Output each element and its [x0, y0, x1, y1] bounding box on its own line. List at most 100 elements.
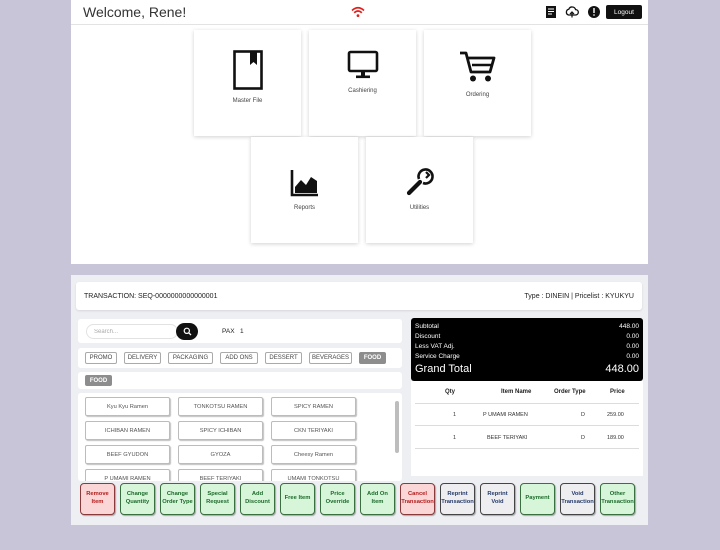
service-charge-value: 0.00 — [626, 353, 639, 360]
transaction-panel: TRANSACTION: SEQ-0000000000000001 Type :… — [71, 275, 648, 525]
menu-label: Utilities — [409, 205, 430, 211]
order-item: BEEF TERIYAKI — [487, 435, 528, 441]
menu-label: Reports — [293, 205, 315, 211]
item-button[interactable]: BEEF TERIYAKI — [178, 469, 263, 481]
cart-icon — [459, 51, 495, 82]
welcome-text: Welcome, Rene! — [83, 4, 187, 20]
order-type: D — [581, 435, 585, 441]
order-price: 189.00 — [607, 435, 624, 441]
totals-panel: Subtotal 448.00 Discount 0.00 Less VAT A… — [411, 318, 643, 381]
payment-button[interactable]: Payment — [520, 483, 555, 515]
reprint-transaction-button[interactable]: Reprint Transaction — [440, 483, 475, 515]
free-item-button[interactable]: Free Item — [280, 483, 315, 515]
pax-indicator: PAX 1 — [222, 328, 244, 335]
category-food[interactable]: FOOD — [359, 352, 386, 364]
category-packaging[interactable]: PACKAGING — [168, 352, 213, 364]
menu-card-reports[interactable]: Reports — [251, 137, 358, 243]
change-order-type-button[interactable]: Change Order Type — [160, 483, 195, 515]
category-dessert[interactable]: DESSERT — [265, 352, 302, 364]
void-transaction-button[interactable]: Void Transaction — [560, 483, 595, 515]
subcategory-bar: FOOD — [78, 372, 402, 389]
monitor-icon — [347, 50, 378, 79]
discount-value: 0.00 — [626, 333, 639, 340]
menu-card-ordering[interactable]: Ordering — [424, 30, 531, 136]
item-button[interactable]: GYOZA — [178, 445, 263, 464]
item-grid-scrollbar[interactable] — [395, 395, 399, 479]
price-override-button[interactable]: Price Override — [320, 483, 355, 515]
search-button[interactable] — [176, 323, 198, 340]
subtotal-value: 448.00 — [619, 323, 639, 330]
special-request-button[interactable]: Special Request — [200, 483, 235, 515]
order-type: D — [581, 412, 585, 418]
item-button[interactable]: UMAMI TONKOTSU — [271, 469, 356, 481]
category-add-ons[interactable]: ADD ONS — [220, 352, 258, 364]
order-qty: 1 — [453, 412, 457, 418]
type-pricelist-label: Type : DINEIN | Pricelist : KYUKYU — [524, 293, 634, 300]
search-bar: PAX 1 — [78, 319, 402, 343]
vat-value: 0.00 — [626, 343, 639, 350]
item-button[interactable]: ICHIBAN RAMEN — [85, 421, 170, 440]
pax-value: 1 — [239, 328, 244, 335]
category-beverages[interactable]: BEVERAGES — [309, 352, 352, 364]
menu-card-utilities[interactable]: Utilities — [366, 137, 473, 243]
item-button[interactable]: Cheesy Ramen — [271, 445, 356, 464]
category-delivery[interactable]: DELIVERY — [124, 352, 161, 364]
other-transaction-button[interactable]: Other Transaction — [600, 483, 635, 515]
order-price: 259.00 — [607, 412, 624, 418]
add-on-item-button[interactable]: Add On Item — [360, 483, 395, 515]
remove-item-button[interactable]: Remove Item — [80, 483, 115, 515]
category-promo[interactable]: PROMO — [85, 352, 117, 364]
divider — [415, 425, 639, 426]
search-input[interactable] — [86, 324, 178, 339]
change-quantity-button[interactable]: Change Quantity — [120, 483, 155, 515]
category-bar: PROMO DELIVERY PACKAGING ADD ONS DESSERT… — [78, 348, 402, 368]
main-menu-panel: Welcome, Rene! Logout Master File Cashie… — [71, 0, 648, 264]
warning-icon[interactable] — [587, 5, 601, 19]
wifi-icon — [351, 6, 365, 17]
grand-total-row: Grand Total 448.00 — [415, 363, 639, 375]
vat-row: Less VAT Adj. 0.00 — [415, 343, 639, 350]
scrollbar-thumb[interactable] — [395, 401, 399, 453]
search-icon — [183, 327, 191, 336]
col-header-price: Price — [610, 389, 625, 395]
order-list: Qty Item Name Order Type Price 1 P UMAMI… — [411, 381, 643, 476]
subtotal-label: Subtotal — [415, 323, 439, 330]
item-button[interactable]: TONKOTSU RAMEN — [178, 397, 263, 416]
reprint-void-button[interactable]: Reprint Void — [480, 483, 515, 515]
cloud-sync-icon[interactable] — [565, 5, 579, 19]
order-item: P UMAMI RAMEN — [483, 412, 528, 418]
discount-row: Discount 0.00 — [415, 333, 639, 340]
item-button[interactable]: SPICY RAMEN — [271, 397, 356, 416]
menu-label: Ordering — [465, 92, 490, 98]
receipt-icon[interactable] — [544, 5, 558, 19]
subtotal-row: Subtotal 448.00 — [415, 323, 639, 330]
transaction-label: TRANSACTION: SEQ-0000000000000001 — [84, 293, 218, 300]
item-button[interactable]: Kyu Kyu Ramen — [85, 397, 170, 416]
col-header-qty: Qty — [445, 389, 456, 395]
vat-label: Less VAT Adj. — [415, 343, 455, 350]
divider — [415, 403, 639, 404]
cancel-transaction-button[interactable]: Cancel Transaction — [400, 483, 435, 515]
discount-label: Discount — [415, 333, 441, 340]
item-button[interactable]: CKN TERIYAKI — [271, 421, 356, 440]
bookmark-icon — [232, 50, 263, 90]
item-button[interactable]: P UMAMI RAMEN — [85, 469, 170, 481]
service-charge-row: Service Charge 0.00 — [415, 353, 639, 360]
grand-total-label: Grand Total — [415, 363, 472, 375]
pax-label: PAX — [222, 328, 235, 335]
col-header-type: Order Type — [554, 389, 586, 395]
service-charge-label: Service Charge — [415, 353, 460, 360]
chart-icon — [290, 170, 318, 197]
logout-button[interactable]: Logout — [606, 5, 642, 19]
add-discount-button[interactable]: Add Discount — [240, 483, 275, 515]
menu-card-cashiering[interactable]: Cashiering — [309, 30, 416, 136]
divider — [415, 448, 639, 449]
item-button[interactable]: BEEF GYUDON — [85, 445, 170, 464]
top-bar: Welcome, Rene! Logout — [71, 0, 648, 25]
menu-card-master-file[interactable]: Master File — [194, 30, 301, 136]
item-button[interactable]: SPICY ICHIBAN — [178, 421, 263, 440]
subcategory-food[interactable]: FOOD — [85, 375, 112, 386]
wrench-icon — [406, 168, 434, 196]
order-qty: 1 — [453, 435, 457, 441]
menu-label: Master File — [232, 98, 263, 104]
